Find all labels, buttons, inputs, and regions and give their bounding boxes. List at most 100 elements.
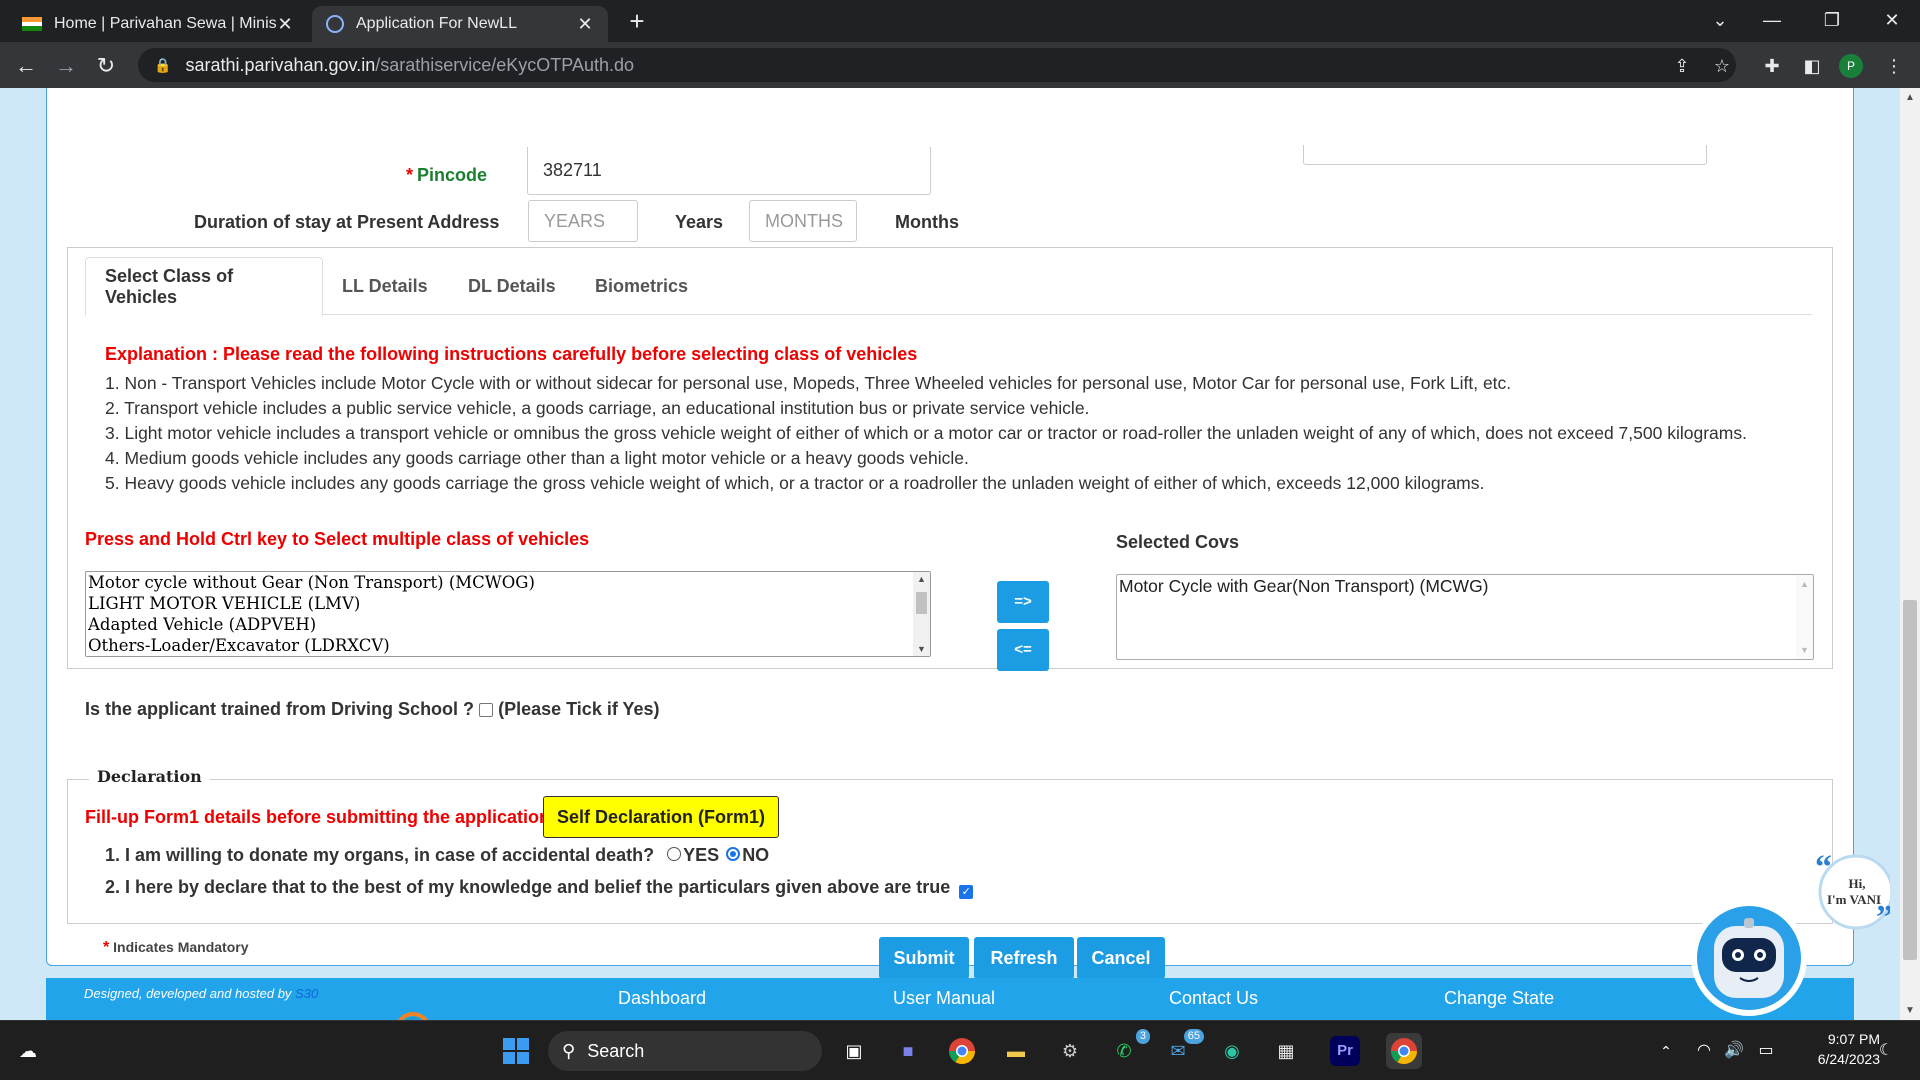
- list-item[interactable]: Adapted Vehicle (ADPVEH): [86, 614, 930, 635]
- organ-donation-no-radio[interactable]: [726, 847, 741, 861]
- start-icon[interactable]: [498, 1033, 534, 1069]
- browser-tab-home[interactable]: Home | Parivahan Sewa | Ministry ✕: [8, 6, 308, 42]
- browser-tab-application[interactable]: Application For NewLL ✕: [312, 6, 608, 42]
- whatsapp-icon[interactable]: ✆ 3: [1106, 1029, 1150, 1069]
- volume-icon[interactable]: 🔊: [1716, 1033, 1752, 1069]
- selected-cov-listbox[interactable]: Motor Cycle with Gear(Non Transport) (MC…: [1116, 574, 1814, 660]
- listbox-scrollbar[interactable]: ▲ ▼: [1796, 575, 1813, 659]
- clock[interactable]: 9:07 PM 6/24/2023: [1790, 1029, 1880, 1069]
- store-icon[interactable]: ▦: [1268, 1033, 1304, 1069]
- site-footer: Designed, developed and hosted by S30 Da…: [46, 978, 1854, 1020]
- browser-toolbar: ← → ↻ 🔒 sarathi.parivahan.gov.in/sarathi…: [0, 42, 1920, 88]
- close-tab-icon[interactable]: ✕: [276, 14, 294, 35]
- driving-school-question: Is the applicant trained from Driving Sc…: [85, 699, 660, 719]
- list-item[interactable]: Motor cycle without Gear (Non Transport)…: [86, 572, 930, 593]
- months-input[interactable]: MONTHS: [749, 200, 857, 242]
- close-tab-icon[interactable]: ✕: [576, 14, 594, 35]
- mandatory-note: * Indicates Mandatory: [103, 939, 249, 956]
- application-form-card: * Pincode 382711 Duration of stay at Pres…: [46, 88, 1854, 979]
- tab-select-class-of-vehicles[interactable]: Select Class of Vehicles: [85, 257, 323, 316]
- premiere-pro-icon[interactable]: Pr: [1330, 1036, 1360, 1066]
- years-input[interactable]: YEARS: [528, 200, 638, 242]
- teams-icon[interactable]: ■: [890, 1033, 926, 1069]
- digital-india-logo: [391, 1000, 551, 1020]
- mail-icon[interactable]: ✉ 65: [1160, 1029, 1204, 1069]
- vani-chatbot[interactable]: “ ” Hi, I'm VANI: [1690, 848, 1894, 1020]
- india-flag-icon: [22, 17, 42, 32]
- chevron-up-icon[interactable]: ⌃: [1648, 1033, 1684, 1069]
- scrollbar-thumb[interactable]: [1903, 600, 1917, 960]
- footer-link-contact-us[interactable]: Contact Us: [1169, 988, 1258, 1009]
- list-item: 1. Non - Transport Vehicles include Moto…: [105, 373, 1512, 393]
- self-declaration-form1-button[interactable]: Self Declaration (Form1): [543, 796, 779, 838]
- minimize-button[interactable]: —: [1752, 4, 1792, 36]
- url-path: /sarathiservice/eKycOTPAuth.do: [375, 54, 635, 75]
- close-window-button[interactable]: ✕: [1872, 4, 1912, 36]
- page-scrollbar[interactable]: ▲ ▼: [1900, 88, 1920, 1020]
- form1-note: Fill-up Form1 details before submitting …: [85, 807, 551, 827]
- task-view-icon[interactable]: ▣: [836, 1033, 872, 1069]
- battery-icon[interactable]: ▭: [1748, 1033, 1784, 1069]
- organ-donation-question: 1. I am willing to donate my organs, in …: [105, 845, 770, 865]
- lock-icon[interactable]: 🔒: [154, 57, 171, 74]
- footer-link-dashboard[interactable]: Dashboard: [618, 988, 706, 1009]
- browser-menu-icon[interactable]: ⋮: [1880, 52, 1908, 80]
- windows-taskbar: ☁ ⚲ Search ▣ ■ ▬ ⚙ ✆ 3 ✉ 65 ◉ ▦ Pr ⌃ ◠ 🔊 ▭ …: [0, 1020, 1920, 1080]
- taskbar-search[interactable]: ⚲ Search: [548, 1031, 822, 1071]
- section-tabs: Select Class of Vehicles LL Details DL D…: [85, 257, 1812, 316]
- list-item[interactable]: Motor Cycle with Gear(Non Transport) (MC…: [1117, 575, 1813, 597]
- side-panel-icon[interactable]: ◧: [1798, 52, 1826, 80]
- profile-avatar[interactable]: P: [1839, 54, 1863, 78]
- bookmark-star-icon[interactable]: ☆: [1708, 52, 1736, 80]
- web-page: * Pincode 382711 Duration of stay at Pres…: [0, 88, 1900, 1020]
- tab-dl-details[interactable]: DL Details: [449, 257, 575, 315]
- settings-icon[interactable]: ⚙: [1052, 1033, 1088, 1069]
- available-cov-listbox[interactable]: Motor cycle without Gear (Non Transport)…: [85, 571, 931, 657]
- forward-icon[interactable]: →: [50, 50, 82, 82]
- declaration-legend: Declaration: [89, 767, 210, 786]
- years-label: Years: [675, 212, 724, 232]
- site-favicon-icon: [326, 15, 344, 33]
- refresh-button[interactable]: Refresh: [974, 937, 1074, 979]
- extensions-icon[interactable]: ✚: [1758, 52, 1786, 80]
- new-tab-button[interactable]: +: [622, 6, 652, 36]
- weather-icon[interactable]: ☁: [10, 1033, 46, 1069]
- notifications-icon[interactable]: ☾: [1868, 1033, 1904, 1069]
- add-cov-button[interactable]: =>: [997, 581, 1049, 623]
- list-item[interactable]: LIGHT MOTOR VEHICLE (LMV): [86, 593, 930, 614]
- declaration-checkbox[interactable]: ✓: [959, 885, 974, 899]
- explanation-list: 1. Non - Transport Vehicles include Moto…: [105, 371, 1747, 496]
- listbox-scrollbar[interactable]: ▲ ▼: [913, 572, 930, 656]
- tab-biometrics[interactable]: Biometrics: [576, 257, 707, 315]
- address-bar[interactable]: 🔒 sarathi.parivahan.gov.in/sarathiservic…: [138, 48, 1736, 82]
- organ-donation-yes-radio[interactable]: [667, 847, 682, 861]
- share-icon[interactable]: ⇪: [1668, 52, 1696, 80]
- back-icon[interactable]: ←: [10, 50, 42, 82]
- footer-link-user-manual[interactable]: User Manual: [893, 988, 995, 1009]
- pincode-input[interactable]: 382711: [527, 147, 931, 195]
- cov-instruction: Press and Hold Ctrl key to Select multip…: [85, 529, 590, 549]
- address-field-bottom: [1303, 145, 1707, 165]
- tab-search-icon[interactable]: ⌄: [1700, 4, 1740, 36]
- driving-school-checkbox[interactable]: [479, 703, 494, 717]
- list-item: 2. Transport vehicle includes a public s…: [105, 398, 1090, 418]
- file-explorer-icon[interactable]: ▬: [998, 1033, 1034, 1069]
- reload-icon[interactable]: ↻: [90, 50, 122, 82]
- restore-button[interactable]: ❐: [1812, 4, 1852, 36]
- cancel-button[interactable]: Cancel: [1077, 937, 1165, 979]
- chrome-profile-icon[interactable]: [1386, 1033, 1422, 1069]
- footer-link-change-state[interactable]: Change State: [1444, 988, 1554, 1009]
- pincode-label: * Pincode: [405, 165, 487, 185]
- edge-icon[interactable]: ◉: [1214, 1033, 1250, 1069]
- chrome-icon[interactable]: [944, 1033, 980, 1069]
- list-item[interactable]: Others-Loader/Excavator (LDRXCV): [86, 635, 930, 656]
- selected-covs-title: Selected Covs: [1116, 532, 1240, 552]
- tab-ll-details[interactable]: LL Details: [323, 257, 447, 315]
- remove-cov-button[interactable]: <=: [997, 629, 1049, 671]
- tab-title: Application For NewLL: [356, 15, 517, 32]
- browser-tab-strip: Home | Parivahan Sewa | Ministry ✕ Appli…: [0, 0, 1920, 42]
- explanation-title: Explanation : Please read the following …: [105, 344, 918, 364]
- declaration-true-statement: 2. I here by declare that to the best of…: [105, 877, 974, 899]
- list-item: 4. Medium goods vehicle includes any goo…: [105, 448, 969, 468]
- submit-button[interactable]: Submit: [879, 937, 969, 979]
